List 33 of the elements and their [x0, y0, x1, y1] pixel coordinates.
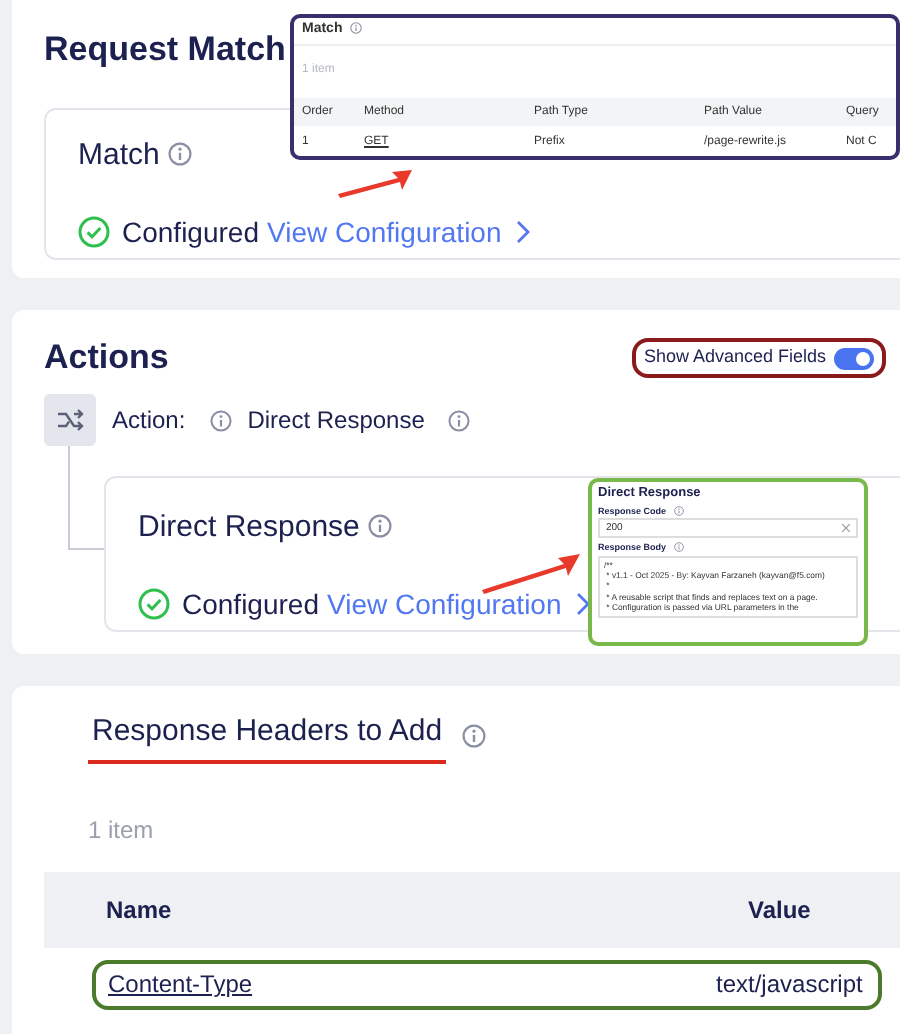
section-title: Request Match	[44, 30, 286, 71]
info-icon	[674, 505, 685, 516]
arrow-annotation	[480, 552, 584, 596]
info-icon	[367, 514, 392, 539]
info-icon	[167, 142, 192, 166]
shuffle-icon	[56, 406, 84, 435]
info-icon	[462, 724, 487, 749]
info-icon	[448, 409, 471, 432]
section-title: Response Headers to Add	[88, 710, 447, 763]
toggle-label: Show Advanced Fields	[643, 344, 826, 371]
chevron-right-icon	[573, 592, 590, 617]
view-configuration-link[interactable]: View Configuration	[267, 211, 502, 253]
toggle-switch[interactable]: Show Advanced Fields	[631, 338, 886, 378]
table-cell-text: text/javascript	[716, 968, 863, 1002]
arrow-annotation	[336, 168, 416, 200]
switch-icon[interactable]	[834, 347, 874, 370]
section-title: Actions	[44, 338, 169, 379]
clear-icon	[842, 524, 850, 533]
info-icon	[350, 22, 363, 34]
card-title: Match	[78, 138, 160, 172]
info-icon	[209, 409, 232, 432]
action-name: Direct Response	[247, 404, 425, 439]
view-configuration-link[interactable]: View Configuration	[327, 583, 562, 626]
column-header: Name	[106, 893, 172, 927]
column-header: Value	[748, 893, 811, 927]
status-text: Configured	[182, 585, 319, 624]
action-label: Action:	[112, 404, 186, 439]
table-link[interactable]: Content-Type	[108, 966, 253, 1002]
card-title: Direct Response	[138, 510, 360, 545]
item-count: 1 item	[88, 813, 156, 847]
chevron-right-icon	[513, 220, 530, 244]
status-text: Configured	[122, 213, 259, 252]
info-icon	[674, 542, 685, 553]
